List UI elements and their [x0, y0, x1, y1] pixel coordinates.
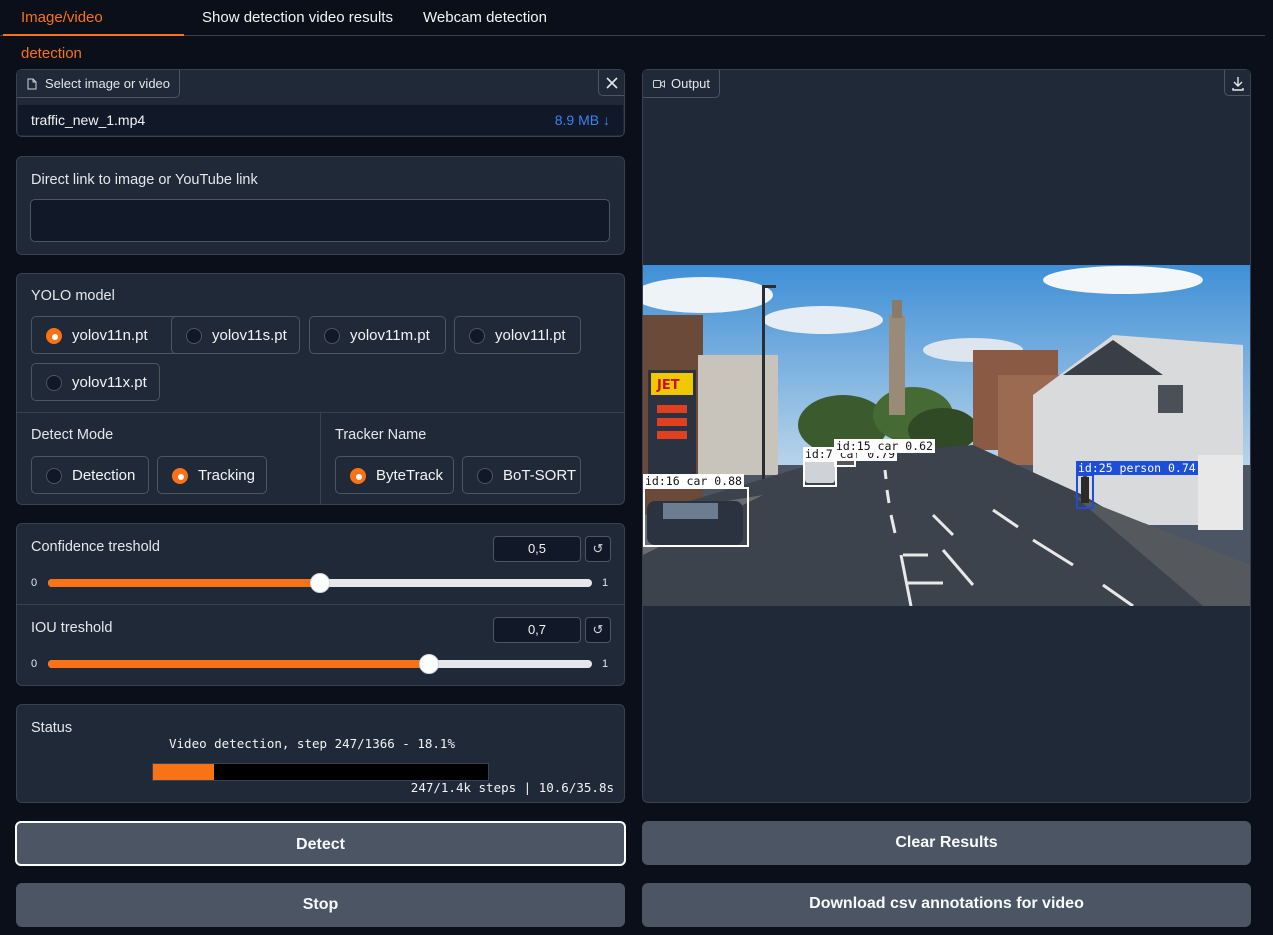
clear-results-button[interactable]: Clear Results [642, 821, 1251, 865]
radio-dot [350, 468, 366, 484]
output-block: Output JET id:16 car 0.88 id:7 car 0.79 … [642, 69, 1251, 803]
iou-reset-button[interactable]: ↺ [585, 617, 611, 643]
download-output-button[interactable] [1224, 70, 1250, 96]
radio-yolov11n[interactable]: yolov11n.pt [31, 316, 181, 354]
street-scene-image: JET [643, 265, 1250, 606]
confidence-reset-button[interactable]: ↺ [585, 536, 611, 562]
radio-tracking[interactable]: Tracking [157, 456, 267, 494]
status-label: Status [31, 720, 73, 736]
tab-webcam-detection[interactable]: Webcam detection [405, 0, 565, 36]
output-video[interactable]: JET id:16 car 0.88 id:7 car 0.79 id:15 c… [643, 265, 1250, 606]
radio-dot [46, 468, 62, 484]
status-steps: 247/1.4k steps | 10.6/35.8s [410, 780, 614, 795]
confidence-number-input[interactable]: 0,5 [493, 536, 581, 562]
link-input-block: Direct link to image or YouTube link [16, 156, 625, 255]
status-progress-fill [153, 764, 214, 780]
svg-text:JET: JET [656, 378, 680, 393]
confidence-label: Confidence treshold [31, 539, 160, 555]
iou-slider[interactable] [48, 654, 592, 674]
radio-botsort[interactable]: BoT-SORT [462, 456, 581, 494]
model-settings-block: YOLO model yolov11n.pt yolov11s.pt yolov… [16, 273, 625, 505]
link-input[interactable] [30, 199, 610, 242]
iou-slider-fill [48, 660, 429, 668]
detection-box: id:25 person 0.74 [1076, 461, 1198, 509]
detection-box: id:16 car 0.88 [643, 474, 749, 547]
reset-icon: ↺ [592, 541, 604, 556]
radio-yolov11m[interactable]: yolov11m.pt [309, 316, 446, 354]
file-row[interactable]: traffic_new_1.mp4 8.9 MB ↓ [18, 105, 623, 135]
radio-dot [186, 328, 202, 344]
confidence-max: 1 [602, 577, 609, 589]
file-icon [27, 78, 37, 90]
status-message: Video detection, step 247/1366 - 18.1% [169, 736, 455, 751]
threshold-block: Confidence treshold 0,5 ↺ 0 1 IOU tresho… [16, 523, 625, 686]
output-label: Output [643, 70, 721, 98]
video-icon [653, 80, 665, 88]
iou-max: 1 [602, 658, 609, 670]
iou-number-input[interactable]: 0,7 [493, 617, 581, 643]
detection-box: id:7 car 0.79 [803, 447, 898, 487]
tracker-name-label: Tracker Name [335, 427, 427, 443]
link-input-label: Direct link to image or YouTube link [31, 172, 258, 188]
status-block: Status Video detection, step 247/1366 - … [16, 704, 625, 803]
radio-dot [324, 328, 340, 344]
confidence-min: 0 [31, 577, 38, 589]
tab-image-video-detection[interactable]: Image/video detection [3, 0, 184, 62]
detection-box: id:15 car 0.62 [834, 439, 935, 467]
divider [320, 413, 321, 505]
radio-yolov11l[interactable]: yolov11l.pt [454, 316, 581, 354]
iou-min: 0 [31, 658, 38, 670]
radio-bytetrack[interactable]: ByteTrack [335, 456, 454, 494]
download-icon [1232, 77, 1244, 91]
file-upload-label: Select image or video [17, 70, 181, 98]
radio-dot [172, 468, 188, 484]
reset-icon: ↺ [592, 622, 604, 637]
file-name: traffic_new_1.mp4 [31, 112, 146, 128]
radio-dot [469, 328, 485, 344]
file-size-download-link[interactable]: 8.9 MB ↓ [555, 112, 610, 128]
iou-label: IOU treshold [31, 620, 113, 636]
radio-detection[interactable]: Detection [31, 456, 149, 494]
status-progress-bar [152, 763, 489, 781]
confidence-slider-fill [48, 579, 320, 587]
detect-button[interactable]: Detect [15, 821, 626, 866]
close-icon [606, 77, 618, 89]
radio-dot [477, 468, 493, 484]
radio-dot [46, 328, 62, 344]
iou-slider-thumb[interactable] [418, 654, 439, 674]
tab-bar: Image/video detection Show detection vid… [0, 0, 1265, 62]
download-csv-button[interactable]: Download csv annotations for video [642, 883, 1251, 927]
divider [17, 604, 624, 605]
file-upload-block: Select image or video traffic_new_1.mp4 … [16, 69, 625, 137]
radio-dot [46, 375, 62, 391]
clear-file-button[interactable] [598, 70, 624, 96]
stop-button[interactable]: Stop [16, 883, 625, 927]
tab-show-detection-video-results[interactable]: Show detection video results [184, 0, 411, 36]
radio-yolov11s[interactable]: yolov11s.pt [171, 316, 300, 354]
detect-mode-label: Detect Mode [31, 427, 114, 443]
yolo-model-label: YOLO model [31, 288, 115, 304]
confidence-slider-thumb[interactable] [310, 573, 330, 593]
radio-yolov11x[interactable]: yolov11x.pt [31, 363, 160, 401]
confidence-slider[interactable] [48, 573, 592, 593]
